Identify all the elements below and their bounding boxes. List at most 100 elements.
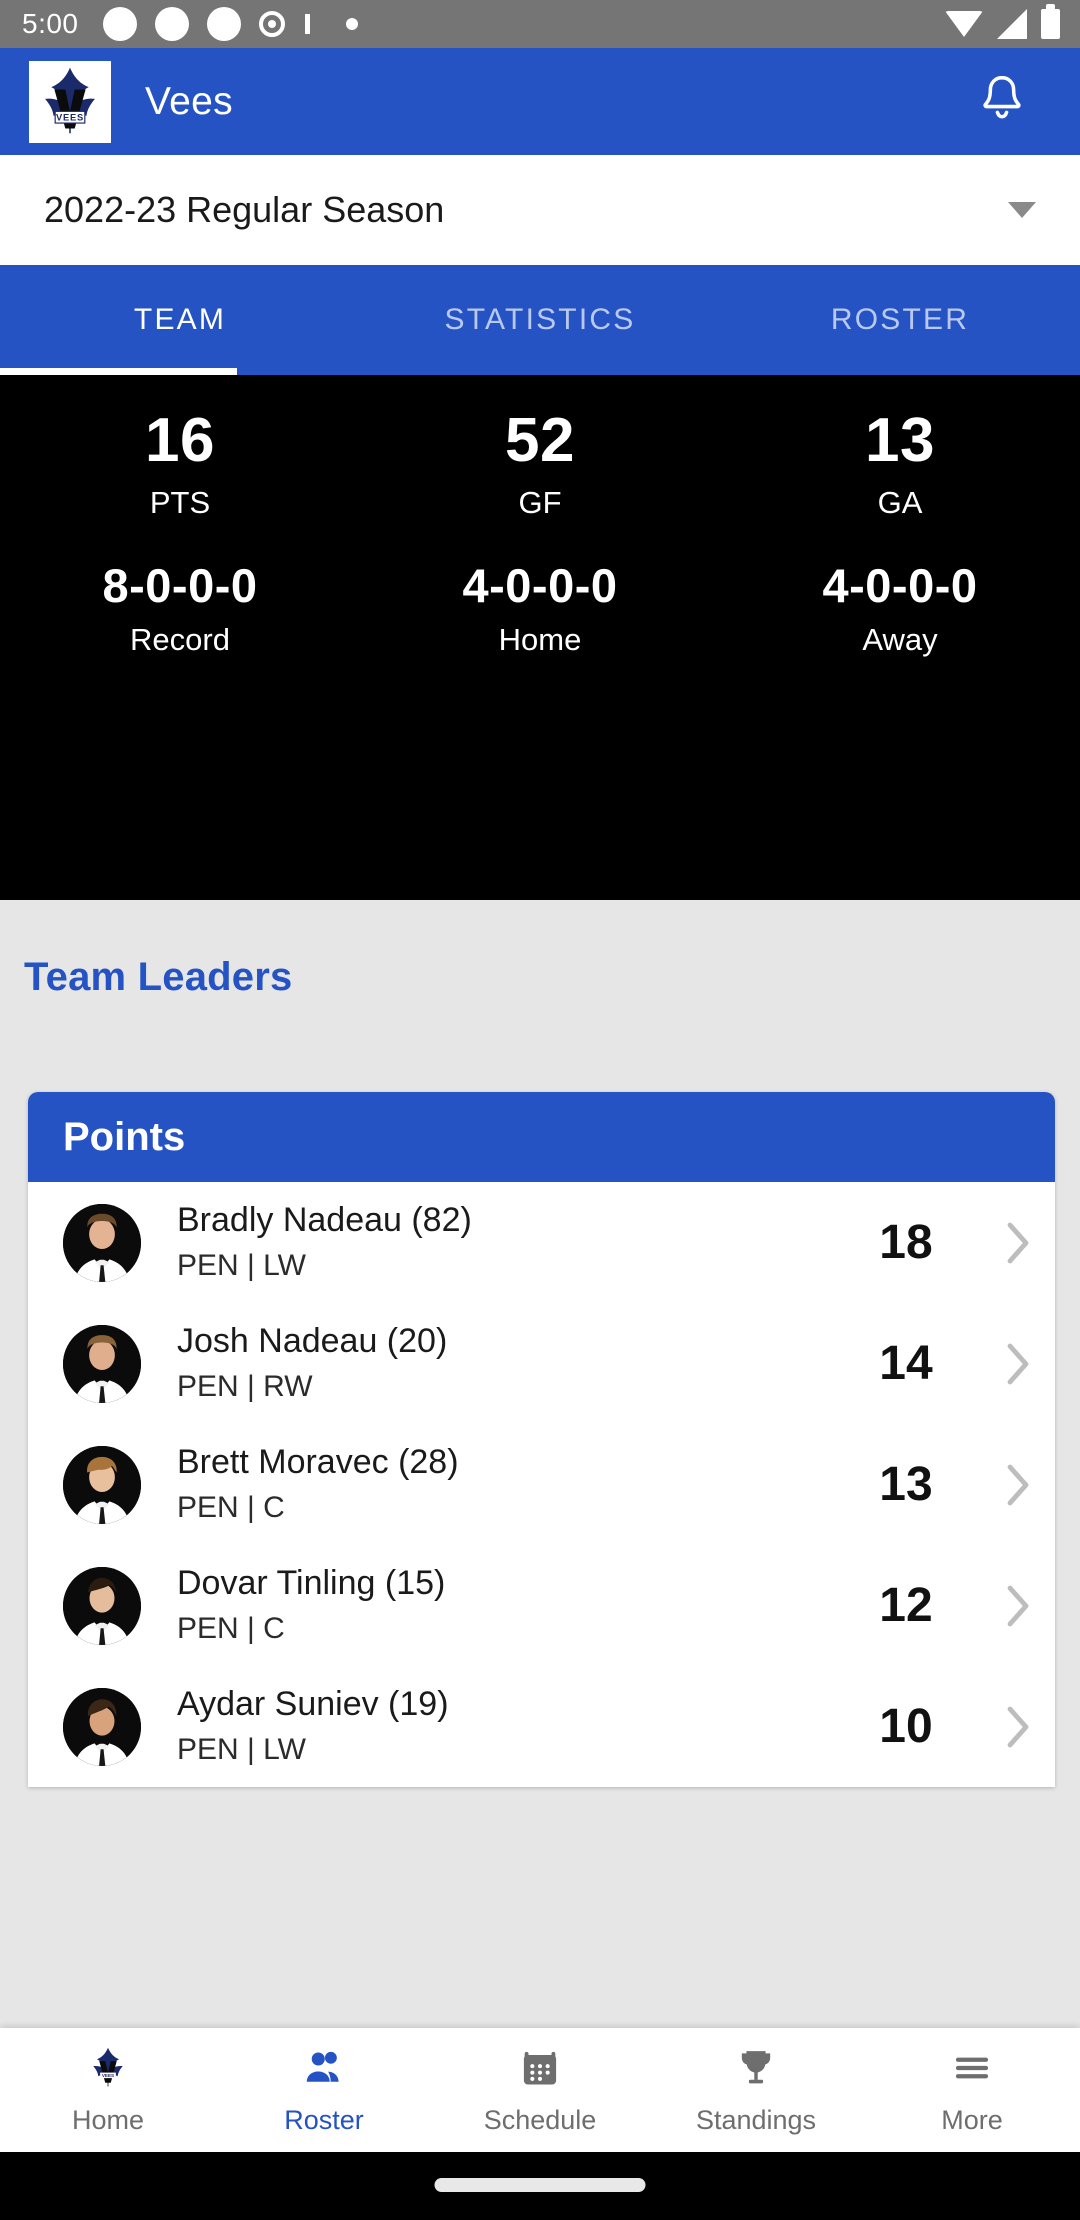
player-info: Josh Nadeau (20) PEN | RW	[177, 1321, 831, 1405]
avatar	[63, 1324, 141, 1403]
player-team-position: PEN | LW	[177, 1249, 306, 1283]
tab-statistics-label: STATISTICS	[444, 303, 636, 336]
stat-gf-value: 52	[505, 406, 575, 475]
nav-item-standings[interactable]: Standings	[648, 2045, 864, 2136]
stat-gf: 52 GF	[360, 406, 720, 521]
active-tab-indicator	[0, 368, 237, 375]
hamburger-menu-icon	[949, 2045, 995, 2096]
status-bar-system-icons	[945, 4, 1060, 39]
stat-away-label: Away	[862, 621, 938, 657]
team-stats-panel: 16 PTS 52 GF 13 GA 8-0-0-0 Record 4-0-0-…	[0, 375, 1080, 900]
player-name: Brett Moravec (28)	[177, 1443, 459, 1482]
player-stat-value: 10	[879, 1700, 933, 1753]
player-stat-value: 12	[879, 1579, 933, 1632]
tab-bar: TEAM STATISTICS ROSTER	[0, 265, 1080, 375]
player-info: Aydar Suniev (19) PEN | LW	[177, 1684, 831, 1768]
status-bar: 5:00	[0, 0, 1080, 48]
team-stats-row-primary: 16 PTS 52 GF 13 GA	[0, 375, 1080, 521]
chevron-right-icon[interactable]	[981, 1342, 1055, 1386]
nav-item-more[interactable]: More	[864, 2045, 1080, 2136]
chevron-right-icon[interactable]	[981, 1463, 1055, 1507]
player-name: Aydar Suniev (19)	[177, 1685, 449, 1724]
team-leaders-points-card: Points Bradly Nadeau (82) PEN | LW 18 Jo…	[28, 1092, 1055, 1787]
player-team-position: PEN | LW	[177, 1733, 306, 1767]
stat-home-label: Home	[498, 621, 582, 657]
stat-away: 4-0-0-0 Away	[720, 558, 1080, 658]
stat-ga-value: 13	[865, 406, 935, 475]
svg-text:VEES: VEES	[102, 2073, 114, 2078]
points-leaders-list: Bradly Nadeau (82) PEN | LW 18 Josh Nade…	[28, 1182, 1055, 1787]
nav-item-home-label: Home	[71, 2104, 145, 2135]
list-item[interactable]: Aydar Suniev (19) PEN | LW 10	[28, 1666, 1055, 1787]
player-team-position: PEN | RW	[177, 1370, 313, 1404]
dot-icon	[102, 7, 137, 41]
player-info: Dovar Tinling (15) PEN | C	[177, 1563, 831, 1647]
stat-record: 8-0-0-0 Record	[0, 560, 360, 658]
points-card-title: Points	[28, 1092, 1055, 1182]
player-stat-value: 14	[879, 1337, 933, 1390]
player-name: Dovar Tinling (15)	[177, 1564, 446, 1603]
list-item[interactable]: Brett Moravec (28) PEN | C 13	[28, 1424, 1055, 1545]
season-selector[interactable]: 2022-23 Regular Season	[0, 155, 1080, 265]
nav-item-roster[interactable]: Roster	[216, 2045, 432, 2136]
system-gesture-bar	[0, 2152, 1080, 2220]
nav-item-schedule[interactable]: Schedule	[432, 2045, 648, 2136]
exclamation-icon	[304, 14, 310, 34]
vees-team-logo: VEES	[29, 60, 111, 143]
chevron-right-icon[interactable]	[981, 1221, 1055, 1265]
dot-icon	[154, 7, 189, 41]
season-selector-value: 2022-23 Regular Season	[44, 189, 445, 230]
gesture-handle[interactable]	[434, 2178, 646, 2192]
nav-item-schedule-label: Schedule	[483, 2104, 597, 2135]
tab-team[interactable]: TEAM	[0, 265, 360, 375]
stat-home: 4-0-0-0 Home	[360, 558, 720, 658]
bottom-navigation-bar: VEES Home Roster Schedule Standings More	[0, 2028, 1080, 2152]
list-item[interactable]: Bradly Nadeau (82) PEN | LW 18	[28, 1182, 1055, 1303]
player-info: Bradly Nadeau (82) PEN | LW	[177, 1200, 831, 1284]
svg-text:VEES: VEES	[56, 112, 84, 122]
list-item[interactable]: Josh Nadeau (20) PEN | RW 14	[28, 1303, 1055, 1424]
battery-icon	[1041, 4, 1060, 39]
tab-roster[interactable]: ROSTER	[720, 265, 1080, 375]
player-name: Bradly Nadeau (82)	[177, 1201, 472, 1240]
stat-pts-value: 16	[145, 406, 215, 475]
stat-gf-label: GF	[518, 484, 562, 520]
chevron-right-icon[interactable]	[981, 1584, 1055, 1628]
player-info: Brett Moravec (28) PEN | C	[177, 1442, 831, 1526]
stat-record-label: Record	[130, 621, 230, 657]
stat-pts: 16 PTS	[0, 406, 360, 521]
avatar	[63, 1566, 141, 1645]
status-bar-notification-icons	[102, 7, 358, 41]
team-logo-icon: VEES	[85, 2045, 131, 2096]
app-title: Vees	[145, 79, 233, 123]
avatar	[63, 1687, 141, 1766]
signal-icon	[997, 9, 1027, 39]
calendar-icon	[517, 2045, 563, 2096]
player-team-position: PEN | C	[177, 1612, 285, 1646]
team-stats-row-records: 8-0-0-0 Record 4-0-0-0 Home 4-0-0-0 Away	[0, 521, 1080, 658]
app-bar: VEES Vees	[0, 48, 1080, 155]
status-bar-clock: 5:00	[22, 8, 79, 39]
nav-item-more-label: More	[941, 2104, 1003, 2135]
list-item[interactable]: Dovar Tinling (15) PEN | C 12	[28, 1545, 1055, 1666]
avatar	[63, 1445, 141, 1524]
avatar	[63, 1203, 141, 1282]
dot-icon	[206, 7, 241, 41]
stat-pts-label: PTS	[149, 484, 211, 520]
chevron-down-icon	[1008, 202, 1036, 218]
people-icon	[301, 2045, 347, 2096]
stat-away-value: 4-0-0-0	[822, 558, 978, 612]
team-leaders-heading: Team Leaders	[24, 955, 293, 999]
tab-team-label: TEAM	[133, 303, 227, 336]
stat-ga: 13 GA	[720, 406, 1080, 521]
tab-statistics[interactable]: STATISTICS	[360, 265, 720, 375]
app-screen: 5:00 VEES Vees 2022-23 Regular Season TE…	[0, 0, 1080, 2220]
nav-item-roster-label: Roster	[284, 2104, 364, 2135]
bell-icon[interactable]	[977, 72, 1027, 131]
nav-item-home[interactable]: VEES Home	[0, 2045, 216, 2136]
player-stat-value: 18	[879, 1216, 933, 1269]
chevron-right-icon[interactable]	[981, 1705, 1055, 1749]
stat-home-value: 4-0-0-0	[462, 558, 618, 612]
trophy-icon	[733, 2045, 779, 2096]
nav-item-standings-label: Standings	[695, 2104, 817, 2135]
